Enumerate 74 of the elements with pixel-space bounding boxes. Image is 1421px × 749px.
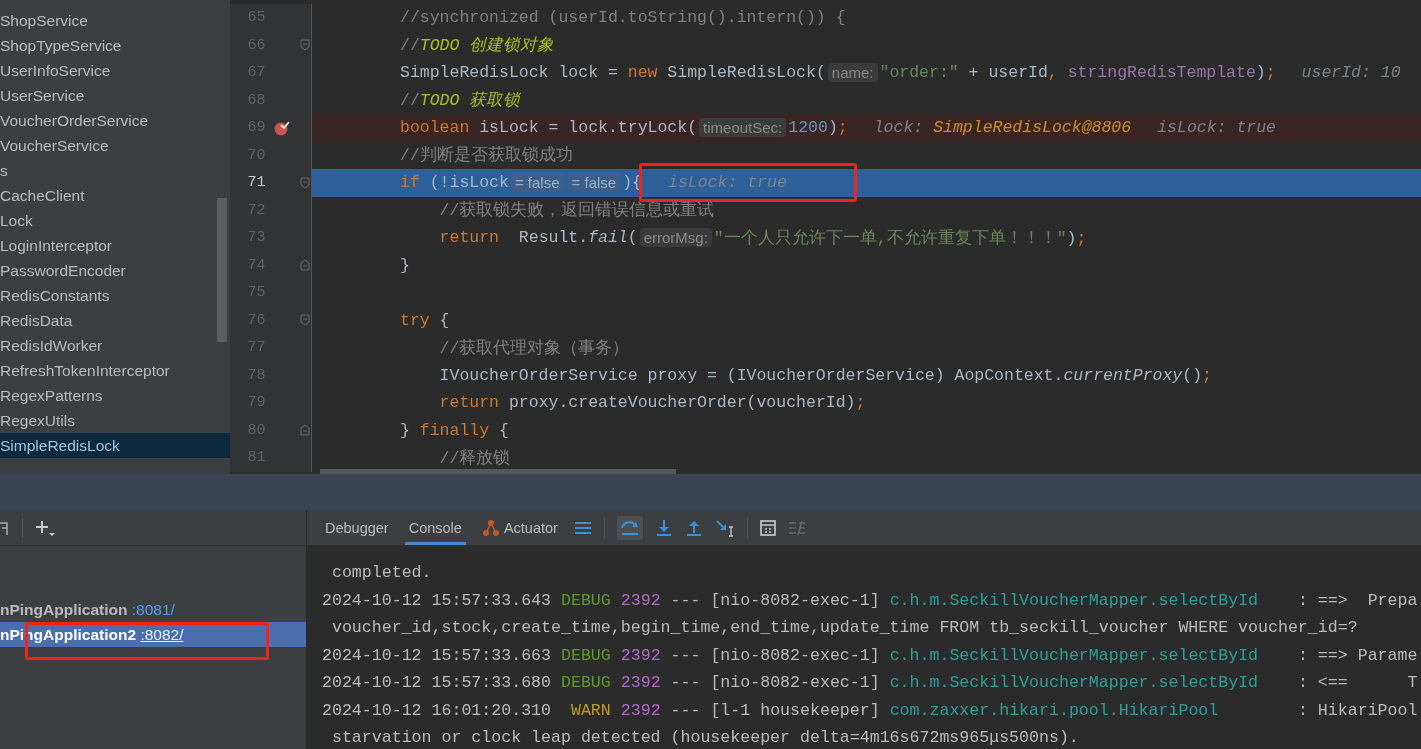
code-text: }: [400, 255, 410, 275]
code-text: boolean isLock = lock.tryLock(: [400, 118, 698, 138]
console-line: 2024-10-12 16:01:20.310 WARN 2392 --- [l-1 housekeeper] com.zaxxer.hikari.pool.HikariPool : HikariPool: [322, 699, 1419, 722]
layout-icon[interactable]: [0, 519, 10, 536]
inline-debug-value: isLock: true: [668, 173, 787, 193]
code-text: //TODO 创建锁对象: [400, 35, 555, 57]
tree-item[interactable]: LoginInterceptor: [0, 233, 230, 258]
tab[interactable]: Debugger: [321, 510, 393, 545]
tree-item[interactable]: VoucherOrderService: [0, 108, 230, 133]
list-icon[interactable]: [573, 519, 592, 536]
line-number: 71: [246, 174, 266, 192]
step-into-icon[interactable]: [654, 518, 673, 537]
parameter-hint: = false: [510, 173, 564, 193]
fold-icon[interactable]: [300, 176, 311, 189]
code-text: 1200);: [788, 118, 848, 138]
tree-item[interactable]: RedisData: [0, 308, 230, 333]
tree-item[interactable]: UserInfoService: [0, 58, 230, 83]
code-text: //释放锁: [438, 447, 511, 469]
calculator-icon[interactable]: [759, 519, 776, 536]
code-text: try {: [400, 310, 450, 330]
add-icon[interactable]: [35, 518, 57, 537]
tree-item[interactable]: VoucherService: [0, 133, 230, 158]
console-line: starvation or clock leap detected (housekeeper delta=4m16s672ms965μs500ns).: [330, 727, 1080, 749]
run-to-cursor-icon[interactable]: [714, 518, 735, 537]
code-text: //synchronized (userId.toString().intern()) {: [400, 8, 846, 28]
console-line: 2024-10-12 15:57:33.643 DEBUG 2392 --- [nio-8082-exec-1] c.h.m.SeckillVoucherMapper.selectById : ==> Prepa: [322, 589, 1419, 612]
tree-item[interactable]: CacheClient: [0, 183, 230, 208]
console-line: voucher_id,stock,create_time,begin_time,end_time,update_time FROM tb_seckill_voucher WHERE voucher_id=?: [330, 617, 1359, 639]
scrollbar[interactable]: [217, 198, 227, 342]
parameter-hint: timeoutSec:: [699, 118, 787, 138]
code-text: return Result.fail(: [438, 228, 638, 248]
fold-icon[interactable]: [300, 259, 311, 272]
fold-icon[interactable]: [300, 39, 311, 52]
tree-item[interactable]: PasswordEncoder: [0, 258, 230, 283]
code-text: if (!isLock: [400, 173, 509, 193]
code-text: //判断是否获取锁成功: [400, 145, 573, 167]
step-out-icon[interactable]: [684, 518, 703, 537]
fold-icon[interactable]: [300, 314, 311, 327]
tree-item[interactable]: RegexUtils: [0, 408, 230, 433]
code-text: "一个人只允许下一单,不允许重复下单！！！");: [713, 227, 1087, 249]
tree-item[interactable]: RegexPatterns: [0, 383, 230, 408]
tree-item[interactable]: ShopTypeService: [0, 33, 230, 58]
inline-debug-value: userId: 10: [1301, 63, 1401, 83]
code-text: "order:" + userId, stringRedisTemplate);: [879, 63, 1276, 83]
tree-item[interactable]: RedisConstants: [0, 283, 230, 308]
run-configuration-item[interactable]: nPingApplication :8081/: [0, 597, 306, 622]
console-line: 2024-10-12 15:57:33.663 DEBUG 2392 --- [nio-8082-exec-1] c.h.m.SeckillVoucherMapper.selectById : ==> Parame: [322, 644, 1419, 667]
parameter-hint: errorMsg:: [639, 228, 712, 248]
code-text: //TODO 获取锁: [400, 90, 521, 112]
tree-item[interactable]: RedisIdWorker: [0, 333, 230, 358]
code-text: //获取代理对象（事务）: [438, 337, 630, 359]
parameter-hint: name:: [827, 63, 878, 83]
nodes-icon: [481, 518, 500, 537]
fold-icon[interactable]: [300, 424, 311, 437]
parameter-hint: = false: [567, 173, 621, 193]
breakpoint-icon[interactable]: [274, 119, 291, 136]
code-text: IVoucherOrderService proxy = (IVoucherOrderService) AopContext.currentProxy();: [438, 365, 1212, 385]
step-over-icon[interactable]: [619, 518, 640, 537]
inline-debug-value: isLock: true: [1157, 118, 1276, 138]
tree-item[interactable]: s: [0, 158, 230, 183]
inline-debug-value: lock: SimpleRedisLock@8806: [873, 118, 1132, 138]
tree-item[interactable]: RefreshTokenInterceptor: [0, 358, 230, 383]
console-line: completed.: [330, 562, 433, 584]
tree-item[interactable]: SimpleRedisLock: [0, 433, 230, 458]
code-text: return proxy.createVoucherOrder(voucherId);: [438, 393, 866, 413]
tree-item[interactable]: ShopService: [0, 8, 230, 33]
tree-item[interactable]: Lock: [0, 208, 230, 233]
console-line: 2024-10-12 15:57:33.680 DEBUG 2392 --- [nio-8082-exec-1] c.h.m.SeckillVoucherMapper.selectById : <== T: [322, 672, 1419, 694]
tab[interactable]: Actuator: [477, 510, 562, 545]
trace-icon[interactable]: [787, 519, 806, 536]
code-text: } finally {: [400, 420, 509, 440]
code-text: SimpleRedisLock lock = new SimpleRedisLock(: [400, 63, 826, 83]
scrollbar[interactable]: [320, 469, 676, 474]
tree-item[interactable]: UserService: [0, 83, 230, 108]
